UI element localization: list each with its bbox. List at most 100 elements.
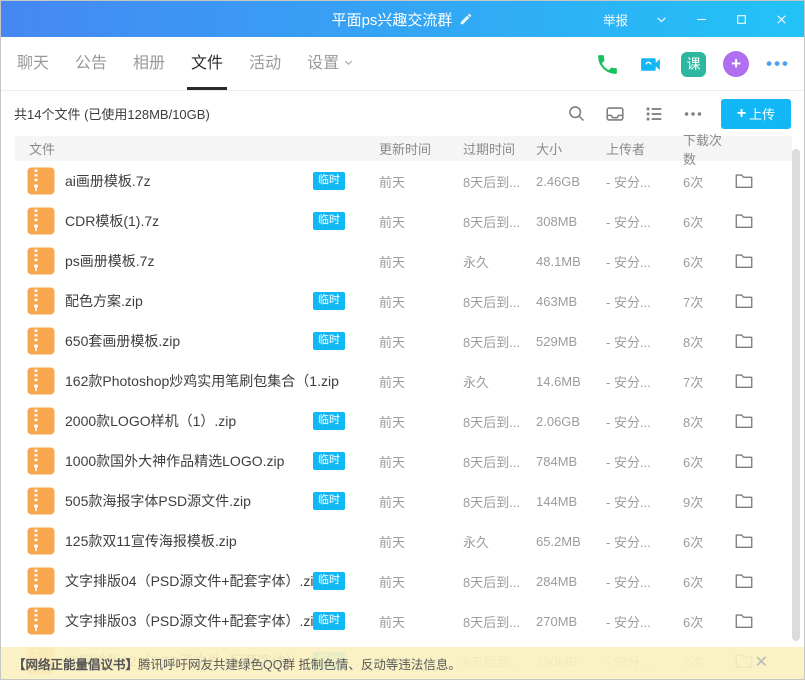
file-updated: 前天 <box>379 172 463 191</box>
tab-announcement[interactable]: 公告 <box>68 37 114 90</box>
plus-icon: + <box>737 106 746 122</box>
zip-file-icon <box>27 487 55 515</box>
tab-chat[interactable]: 聊天 <box>10 37 56 90</box>
more-options-icon[interactable] <box>682 103 704 125</box>
file-size: 144MB <box>536 494 606 509</box>
zip-file-icon <box>27 327 55 355</box>
file-expiry: 8天后到... <box>463 612 536 631</box>
file-cell: ps画册模板.7z 临时 <box>1 247 379 275</box>
voice-call-icon[interactable] <box>595 52 620 77</box>
file-uploader: - 安分... <box>606 332 683 351</box>
file-row[interactable]: 162款Photoshop炒鸡实用笔刷包集合（1.zip 临时 前天 永久 14… <box>1 361 804 401</box>
add-icon[interactable]: + <box>723 51 749 77</box>
file-expiry: 永久 <box>463 532 536 551</box>
save-to-folder-icon[interactable] <box>734 572 754 590</box>
file-row[interactable]: 文字排版03（PSD源文件+配套字体）.zip 临时 前天 8天后到... 27… <box>1 601 804 641</box>
file-row[interactable]: 配色方案.zip 临时 前天 8天后到... 463MB - 安分... 7次 <box>1 281 804 321</box>
video-call-icon[interactable] <box>637 52 664 77</box>
minimize-button[interactable] <box>688 6 714 32</box>
file-downloads: 6次 <box>683 172 734 191</box>
file-expiry: 永久 <box>463 372 536 391</box>
save-to-folder-icon[interactable] <box>734 492 754 510</box>
file-downloads: 7次 <box>683 372 734 391</box>
file-row[interactable]: 650套画册模板.zip 临时 前天 8天后到... 529MB - 安分...… <box>1 321 804 361</box>
file-cell: CDR模板(1).7z 临时 <box>1 207 379 235</box>
file-downloads: 9次 <box>683 492 734 511</box>
save-to-folder-icon[interactable] <box>734 172 754 190</box>
file-row[interactable]: 2000款LOGO样机（1）.zip 临时 前天 8天后到... 2.06GB … <box>1 401 804 441</box>
window-title: 平面ps兴趣交流群 <box>332 9 453 30</box>
vertical-scrollbar[interactable] <box>792 149 800 641</box>
notice-bar: 【网络正能量倡议书】 腾讯呼吁网友共建绿色QQ群 抵制色情、反动等违法信息。 ✕ <box>1 647 804 679</box>
tab-settings[interactable]: 设置 <box>300 37 361 90</box>
save-to-folder-icon[interactable] <box>734 372 754 390</box>
file-cell: 125款双11宣传海报模板.zip 临时 <box>1 527 379 555</box>
save-to-folder-icon[interactable] <box>734 612 754 630</box>
save-to-folder-icon[interactable] <box>734 532 754 550</box>
save-to-folder-icon[interactable] <box>734 332 754 350</box>
save-to-folder-icon[interactable] <box>734 292 754 310</box>
save-to-folder-icon[interactable] <box>734 212 754 230</box>
class-icon[interactable]: 课 <box>681 52 706 77</box>
save-to-folder-icon[interactable] <box>734 252 754 270</box>
file-name: 162款Photoshop炒鸡实用笔刷包集合（1.zip <box>65 371 313 391</box>
maximize-button[interactable] <box>728 6 754 32</box>
zip-file-icon <box>27 247 55 275</box>
temp-badge: 临时 <box>313 452 345 469</box>
report-button[interactable]: 举报 <box>603 10 628 29</box>
file-size: 308MB <box>536 214 606 229</box>
group-action-icons: 课 + ••• <box>595 37 790 91</box>
file-size: 48.1MB <box>536 254 606 269</box>
file-name: ai画册模板.7z <box>65 171 313 191</box>
list-view-icon[interactable] <box>643 103 665 125</box>
file-row[interactable]: 1000款国外大神作品精选LOGO.zip 临时 前天 8天后到... 784M… <box>1 441 804 481</box>
temp-badge: 临时 <box>313 332 345 349</box>
file-size: 2.06GB <box>536 414 606 429</box>
file-row[interactable]: 505款海报字体PSD源文件.zip 临时 前天 8天后到... 144MB -… <box>1 481 804 521</box>
tab-activity[interactable]: 活动 <box>242 37 288 90</box>
file-expiry: 8天后到... <box>463 452 536 471</box>
file-expiry: 8天后到... <box>463 212 536 231</box>
file-size: 284MB <box>536 574 606 589</box>
file-row[interactable]: 125款双11宣传海报模板.zip 临时 前天 永久 65.2MB - 安分..… <box>1 521 804 561</box>
toolbar-actions: +上传 <box>566 99 791 129</box>
edit-title-icon[interactable] <box>459 12 473 26</box>
file-name: 1000款国外大神作品精选LOGO.zip <box>65 451 313 471</box>
temp-badge: 临时 <box>313 612 345 629</box>
file-uploader: - 安分... <box>606 372 683 391</box>
file-size: 784MB <box>536 454 606 469</box>
close-button[interactable] <box>768 6 794 32</box>
file-expiry: 8天后到... <box>463 332 536 351</box>
file-expiry: 8天后到... <box>463 492 536 511</box>
temp-badge: 临时 <box>313 292 345 309</box>
file-cell: ai画册模板.7z 临时 <box>1 167 379 195</box>
file-updated: 前天 <box>379 452 463 471</box>
save-to-folder-icon[interactable] <box>734 452 754 470</box>
file-row[interactable]: ps画册模板.7z 临时 前天 永久 48.1MB - 安分... 6次 <box>1 241 804 281</box>
upload-button[interactable]: +上传 <box>721 99 791 129</box>
file-downloads: 6次 <box>683 612 734 631</box>
file-downloads: 6次 <box>683 212 734 231</box>
file-updated: 前天 <box>379 292 463 311</box>
zip-file-icon <box>27 407 55 435</box>
file-uploader: - 安分... <box>606 412 683 431</box>
file-name: 文字排版03（PSD源文件+配套字体）.zip <box>65 611 313 631</box>
chevron-down-icon[interactable] <box>648 6 674 32</box>
tab-files[interactable]: 文件 <box>184 37 230 90</box>
file-uploader: - 安分... <box>606 452 683 471</box>
file-downloads: 6次 <box>683 252 734 271</box>
save-to-folder-icon[interactable] <box>734 412 754 430</box>
file-cell: 505款海报字体PSD源文件.zip 临时 <box>1 487 379 515</box>
file-uploader: - 安分... <box>606 492 683 511</box>
file-row[interactable]: 文字排版04（PSD源文件+配套字体）.zip 临时 前天 8天后到... 28… <box>1 561 804 601</box>
search-icon[interactable] <box>566 103 587 124</box>
more-actions-icon[interactable]: ••• <box>766 59 790 69</box>
file-name: 配色方案.zip <box>65 291 313 311</box>
chevron-down-icon <box>343 37 354 90</box>
notice-close-icon[interactable]: ✕ <box>755 655 768 671</box>
file-uploader: - 安分... <box>606 612 683 631</box>
file-updated: 前天 <box>379 612 463 631</box>
inbox-icon[interactable] <box>604 103 626 125</box>
tab-album[interactable]: 相册 <box>126 37 172 90</box>
file-row[interactable]: CDR模板(1).7z 临时 前天 8天后到... 308MB - 安分... … <box>1 201 804 241</box>
